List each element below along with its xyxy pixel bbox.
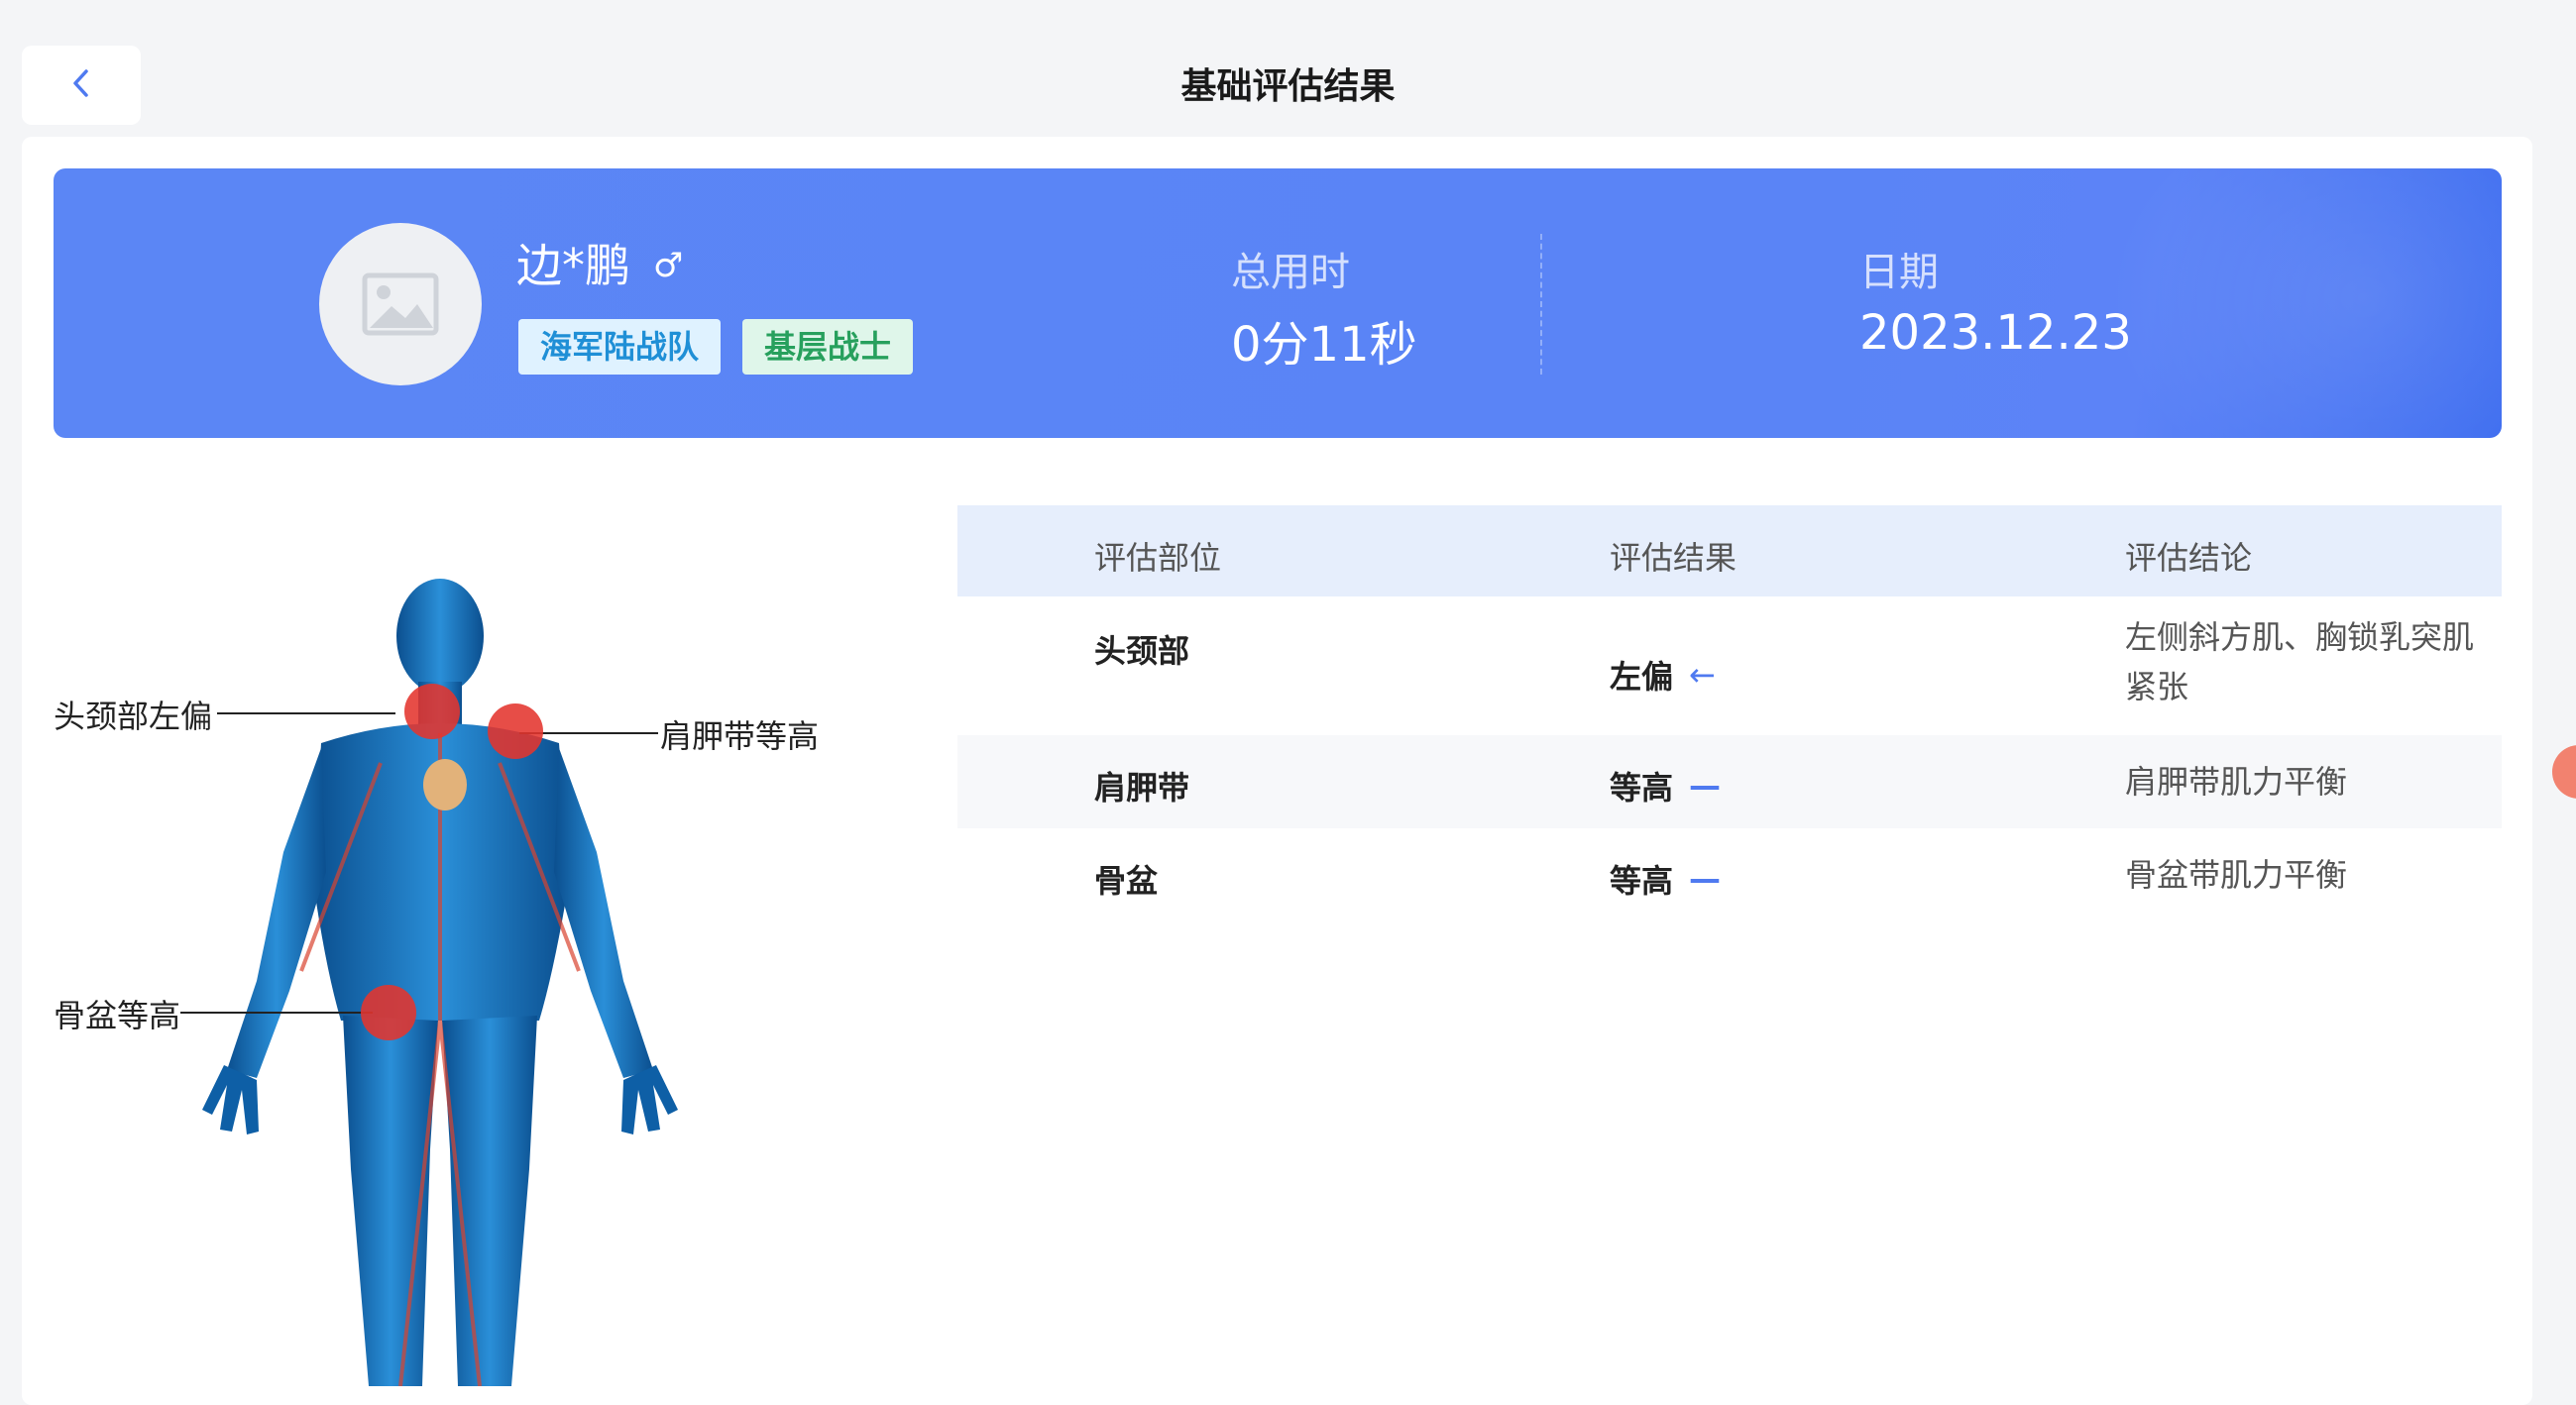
header-part: 评估部位 [1094, 539, 1222, 577]
date-value: 2023.12.23 [1859, 305, 2132, 361]
head-marker [404, 684, 460, 739]
profile-banner: 边*鹏 ♂ 海军陆战队 基层战士 总用时 0分11秒 日期 2023.12.23 [54, 168, 2502, 438]
row-result: 等高 — [1610, 767, 1722, 807]
shoulder-marker [488, 703, 543, 759]
row-part: 肩胛带 [1094, 769, 1190, 807]
callout-head: 头颈部左偏 [54, 698, 213, 735]
results-table: 评估部位 评估结果 评估结论 头颈部 左偏 ← 左侧斜方肌、胸锁乳突肌 紧张 肩… [957, 505, 2502, 921]
dash-icon: — [1689, 767, 1722, 805]
total-time-value: 0分11秒 [1231, 317, 1417, 373]
table-header: 评估部位 评估结果 评估结论 [957, 505, 2502, 596]
row-conclusion: 肩胛带肌力平衡 [2125, 763, 2348, 801]
total-time-label: 总用时 [1231, 250, 1350, 295]
user-name: 边*鹏 [516, 239, 630, 292]
banner-divider [1540, 234, 1542, 375]
table-row: 头颈部 左偏 ← 左侧斜方肌、胸锁乳突肌 紧张 [957, 596, 2502, 735]
male-icon: ♂ [653, 246, 684, 285]
table-row: 骨盆 等高 — 骨盆带肌力平衡 [957, 828, 2502, 921]
tag-unit: 海军陆战队 [518, 319, 722, 375]
avatar [319, 223, 482, 385]
row-part: 头颈部 [1094, 632, 1190, 670]
page-title: 基础评估结果 [1180, 66, 1396, 107]
callout-shoulder: 肩胛带等高 [660, 717, 820, 755]
floating-assist-button[interactable] [2552, 745, 2576, 799]
date-label: 日期 [1859, 250, 1939, 295]
body-figure-area: 头颈部左偏 肩胛带等高 骨盆等高 [54, 555, 866, 1386]
row-conclusion: 左侧斜方肌、胸锁乳突肌 紧张 [2125, 618, 2475, 705]
row-result: 左偏 ← [1610, 656, 1716, 696]
row-part: 骨盆 [1094, 862, 1159, 900]
arrow-left-icon: ← [1689, 656, 1716, 694]
table-row: 肩胛带 等高 — 肩胛带肌力平衡 [957, 735, 2502, 828]
row-result: 等高 — [1610, 860, 1722, 900]
dash-icon: — [1689, 860, 1722, 898]
header-conclusion: 评估结论 [2125, 539, 2253, 577]
callout-pelvis: 骨盆等高 [54, 997, 181, 1034]
pelvis-marker [361, 985, 416, 1040]
row-conclusion: 骨盆带肌力平衡 [2125, 856, 2348, 894]
tag-role: 基层战士 [742, 319, 914, 375]
human-body-figure [180, 579, 678, 1386]
header-result: 评估结果 [1610, 539, 1737, 577]
image-placeholder-icon [362, 272, 439, 336]
